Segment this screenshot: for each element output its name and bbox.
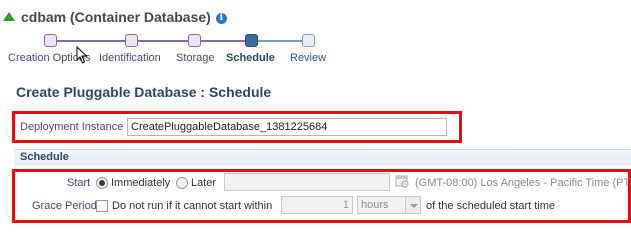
info-icon[interactable]: i [215,12,227,24]
schedule-section-title: Schedule [20,151,69,163]
grace-period-label: Grace Period [32,200,97,212]
calendar-icon[interactable] [395,174,409,188]
start-later-label[interactable]: Later [191,177,216,189]
train-stop-storage[interactable] [188,34,201,47]
train-stop-creation-options[interactable] [44,34,57,47]
expand-triangle-icon[interactable] [3,12,15,21]
grace-suffix-text: of the scheduled start time [426,200,556,212]
wizard-train: Creation Options Identification Storage … [0,33,631,69]
mouse-cursor-icon [76,46,88,64]
grace-amount-input[interactable]: 1 [281,196,353,214]
train-connector [252,40,306,42]
deployment-instance-input[interactable] [127,118,447,136]
page-title: cdbam (Container Database) [21,9,211,25]
train-stop-identification[interactable] [125,34,138,47]
grace-period-checkbox-label[interactable]: Do not run if it cannot start within [112,200,272,212]
grace-unit-select[interactable]: hours [357,196,406,214]
train-label-review[interactable]: Review [290,52,326,64]
start-immediately-radio[interactable] [96,177,108,189]
start-immediately-label[interactable]: Immediately [111,177,170,189]
start-later-datetime-input[interactable] [224,173,390,191]
train-connector [198,40,248,42]
train-connector [132,40,194,42]
start-later-radio[interactable] [176,177,188,189]
schedule-section-header [14,149,631,165]
chevron-down-icon[interactable] [405,196,421,214]
train-label-schedule: Schedule [226,52,275,64]
train-stop-schedule [245,34,258,47]
train-connector [56,40,128,42]
deployment-instance-label: Deployment Instance [20,121,124,133]
train-label-storage[interactable]: Storage [176,52,215,64]
train-stop-review[interactable] [302,34,315,47]
timezone-text: (GMT-08:00) Los Angeles - Pacific Time (… [415,177,631,189]
section-title: Create Pluggable Database : Schedule [16,84,272,100]
train-label-identification[interactable]: Identification [99,52,161,64]
page-header: cdbam (Container Database) i [3,7,227,27]
grace-period-checkbox[interactable] [96,200,108,212]
start-label: Start [67,177,91,189]
